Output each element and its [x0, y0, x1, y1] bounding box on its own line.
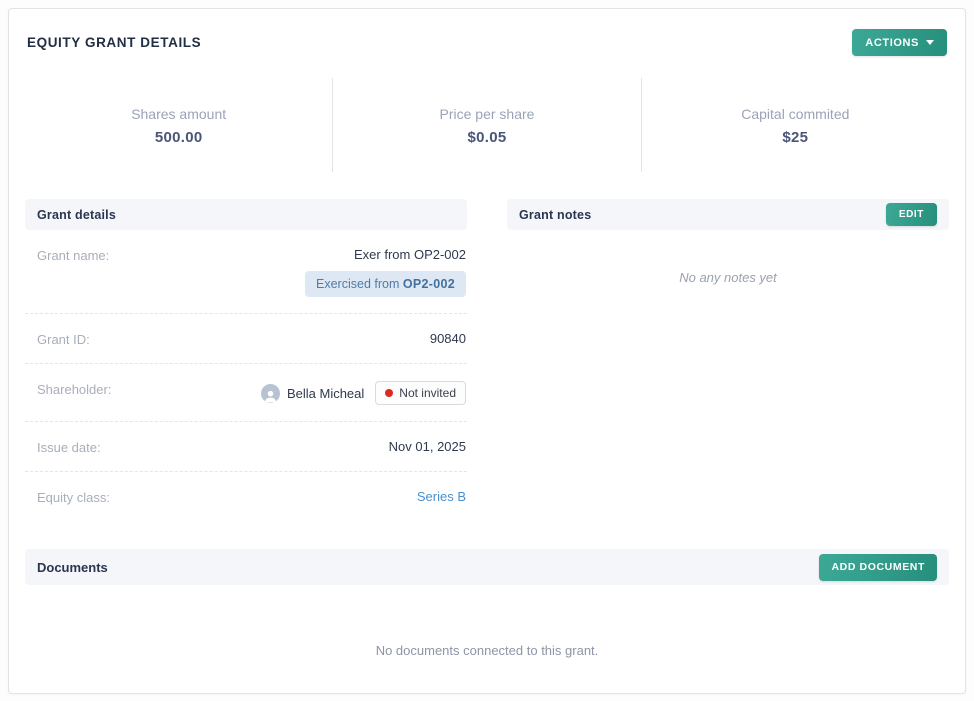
stats-row: Shares amount 500.00 Price per share $0.…	[25, 78, 949, 172]
stat-label: Shares amount	[131, 106, 227, 122]
documents-section: Documents ADD DOCUMENT No documents conn…	[25, 549, 949, 658]
grant-name-row: Grant name: Exer from OP2-002 Exercised …	[25, 230, 467, 314]
panels: Grant details Grant name: Exer from OP2-…	[25, 199, 949, 521]
stat-label: Capital commited	[741, 106, 850, 122]
equity-class-label: Equity class:	[37, 490, 110, 505]
shareholder-name: Bella Micheal	[286, 385, 365, 401]
documents-header: Documents ADD DOCUMENT	[25, 549, 949, 585]
stat-value: 500.00	[154, 129, 203, 146]
grant-name-label: Grant name:	[37, 248, 110, 263]
grant-name-value: Exer from OP2-002	[354, 247, 466, 262]
stat-label: Price per share	[439, 106, 535, 122]
grant-id-row: Grant ID: 90840	[25, 314, 467, 364]
not-invited-label: Not invited	[399, 386, 456, 400]
stat-capital-commited: Capital commited $25	[640, 78, 949, 172]
exercised-from-code: OP2-002	[402, 277, 455, 291]
add-document-button[interactable]: ADD DOCUMENT	[819, 553, 937, 581]
not-invited-badge: Not invited	[375, 381, 466, 405]
equity-grant-card: EQUITY GRANT DETAILS ACTIONS Shares amou…	[8, 8, 966, 694]
stat-shares-amount: Shares amount 500.00	[25, 78, 332, 172]
grant-notes-title: Grant notes	[519, 207, 592, 222]
issue-date-value: Nov 01, 2025	[388, 439, 466, 454]
grant-details-panel: Grant details Grant name: Exer from OP2-…	[25, 199, 467, 521]
person-icon	[264, 390, 277, 402]
documents-empty-text: No documents connected to this grant.	[375, 643, 599, 658]
actions-button[interactable]: ACTIONS	[852, 29, 947, 56]
exercised-from-prefix: Exercised from	[316, 277, 403, 291]
equity-class-row: Equity class: Series B	[25, 472, 467, 521]
grant-id-value: 90840	[429, 331, 466, 346]
documents-title: Documents	[37, 559, 108, 575]
shareholder-row: Shareholder: Bella Micheal Not invited	[25, 364, 467, 422]
stat-price-per-share: Price per share $0.05	[332, 78, 640, 172]
exercised-from-chip[interactable]: Exercised from OP2-002	[305, 271, 466, 297]
equity-class-link[interactable]: Series B	[417, 489, 466, 504]
grant-details-title: Grant details	[37, 207, 117, 222]
grant-notes-header: Grant notes EDIT	[507, 199, 949, 230]
issue-date-row: Issue date: Nov 01, 2025	[25, 422, 467, 472]
shareholder-label: Shareholder:	[37, 382, 112, 397]
stat-value: $25	[782, 129, 809, 146]
page-title: EQUITY GRANT DETAILS	[27, 35, 202, 50]
chevron-down-icon	[926, 40, 934, 45]
grant-notes-panel: Grant notes EDIT No any notes yet	[507, 199, 949, 521]
card-header: EQUITY GRANT DETAILS ACTIONS	[25, 29, 949, 56]
grant-details-header: Grant details	[25, 199, 467, 230]
shareholder-value: Bella Micheal Not invited	[260, 381, 466, 405]
status-dot-icon	[385, 389, 394, 397]
grant-id-label: Grant ID:	[37, 332, 90, 347]
stat-value: $0.05	[467, 129, 507, 146]
avatar	[260, 383, 280, 403]
edit-notes-button[interactable]: EDIT	[885, 203, 937, 226]
notes-empty-text: No any notes yet	[679, 270, 777, 285]
issue-date-label: Issue date:	[37, 440, 101, 455]
grant-name-value-stack: Exer from OP2-002 Exercised from OP2-002	[305, 247, 466, 297]
actions-button-label: ACTIONS	[865, 36, 919, 49]
